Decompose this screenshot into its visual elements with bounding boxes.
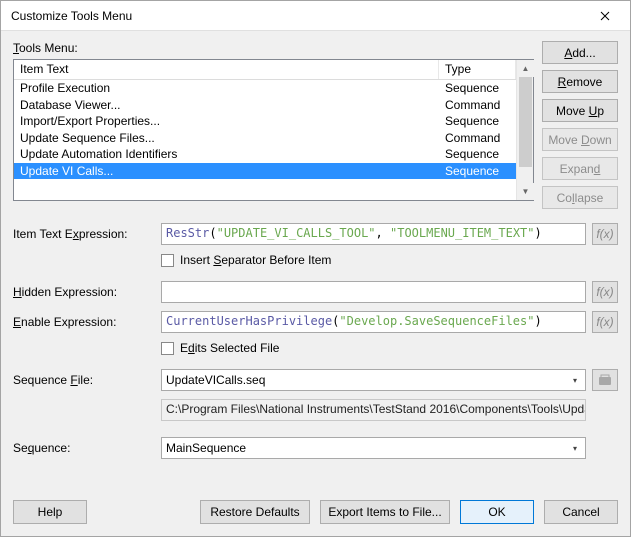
- move-up-button[interactable]: Move Up: [542, 99, 618, 122]
- insert-separator-checkbox[interactable]: [161, 254, 174, 267]
- add-button[interactable]: Add...: [542, 41, 618, 64]
- sequence-combo[interactable]: MainSequence ▾: [161, 437, 586, 459]
- collapse-button[interactable]: Collapse: [542, 186, 618, 209]
- chevron-down-icon: ▾: [567, 371, 583, 389]
- sequence-file-label: Sequence File:: [13, 373, 161, 387]
- chevron-down-icon: ▾: [567, 439, 583, 457]
- enable-expression[interactable]: CurrentUserHasPrivilege("Develop.SaveSeq…: [161, 311, 586, 333]
- enable-expression-label: Enable Expression:: [13, 315, 161, 329]
- sequence-label: Sequence:: [13, 441, 161, 455]
- restore-defaults-button[interactable]: Restore Defaults: [200, 500, 310, 524]
- col-header-item[interactable]: Item Text: [14, 60, 439, 79]
- dialog-content: Tools Menu: Item Text Type Profile Execu…: [1, 31, 630, 536]
- scrollbar[interactable]: ▲ ▼: [516, 60, 533, 200]
- tools-menu-listbox[interactable]: Item Text Type Profile Execution Sequenc…: [13, 59, 534, 201]
- tools-menu-area: Tools Menu: Item Text Type Profile Execu…: [13, 41, 534, 209]
- close-icon: [600, 11, 610, 21]
- item-text-label: Item Text Expression:: [13, 227, 161, 241]
- scroll-thumb[interactable]: [519, 77, 532, 167]
- list-header: Item Text Type: [14, 60, 516, 80]
- sequence-file-combo[interactable]: UpdateVICalls.seq ▾: [161, 369, 586, 391]
- fx-icon: f(x): [596, 227, 613, 241]
- hidden-expression[interactable]: [161, 281, 586, 303]
- item-text-expression[interactable]: ResStr("UPDATE_VI_CALLS_TOOL", "TOOLMENU…: [161, 223, 586, 245]
- browse-button[interactable]: [592, 369, 618, 391]
- scroll-up-icon[interactable]: ▲: [517, 60, 534, 77]
- list-item[interactable]: Update Sequence Files... Command: [14, 130, 516, 147]
- remove-button[interactable]: Remove: [542, 70, 618, 93]
- fx-icon: f(x): [596, 315, 613, 329]
- expand-button[interactable]: Expand: [542, 157, 618, 180]
- tools-menu-label: Tools Menu:: [13, 41, 534, 55]
- list-item[interactable]: Database Viewer... Command: [14, 97, 516, 114]
- sequence-value: MainSequence: [166, 441, 246, 455]
- move-down-button[interactable]: Move Down: [542, 128, 618, 151]
- fx-icon: f(x): [596, 285, 613, 299]
- dialog-window: Customize Tools Menu Tools Menu: Item Te…: [0, 0, 631, 537]
- window-title: Customize Tools Menu: [11, 9, 582, 23]
- col-header-type[interactable]: Type: [439, 60, 516, 79]
- fx-button[interactable]: f(x): [592, 281, 618, 303]
- list-body: Profile Execution Sequence Database View…: [14, 80, 516, 179]
- export-items-button[interactable]: Export Items to File...: [320, 500, 450, 524]
- browse-icon: [598, 374, 612, 386]
- fx-button[interactable]: f(x): [592, 311, 618, 333]
- ok-button[interactable]: OK: [460, 500, 534, 524]
- help-button[interactable]: Help: [13, 500, 87, 524]
- fx-button[interactable]: f(x): [592, 223, 618, 245]
- scroll-down-icon[interactable]: ▼: [517, 183, 534, 200]
- sequence-file-value: UpdateVICalls.seq: [166, 373, 265, 387]
- list-item[interactable]: Update Automation Identifiers Sequence: [14, 146, 516, 163]
- insert-separator-label: Insert Separator Before Item: [180, 253, 331, 267]
- form-area: Item Text Expression: ResStr("UPDATE_VI_…: [13, 223, 618, 459]
- list-item[interactable]: Import/Export Properties... Sequence: [14, 113, 516, 130]
- list-item[interactable]: Profile Execution Sequence: [14, 80, 516, 97]
- titlebar: Customize Tools Menu: [1, 1, 630, 31]
- hidden-expression-label: Hidden Expression:: [13, 285, 161, 299]
- edits-selected-label: Edits Selected File: [180, 341, 279, 355]
- close-button[interactable]: [582, 2, 628, 30]
- sequence-file-path: C:\Program Files\National Instruments\Te…: [161, 399, 586, 421]
- bottom-bar: Help Restore Defaults Export Items to Fi…: [13, 500, 618, 524]
- side-button-group: Add... Remove Move Up Move Down Expand C…: [542, 41, 618, 209]
- cancel-button[interactable]: Cancel: [544, 500, 618, 524]
- edits-selected-checkbox[interactable]: [161, 342, 174, 355]
- list-item[interactable]: Update VI Calls... Sequence: [14, 163, 516, 180]
